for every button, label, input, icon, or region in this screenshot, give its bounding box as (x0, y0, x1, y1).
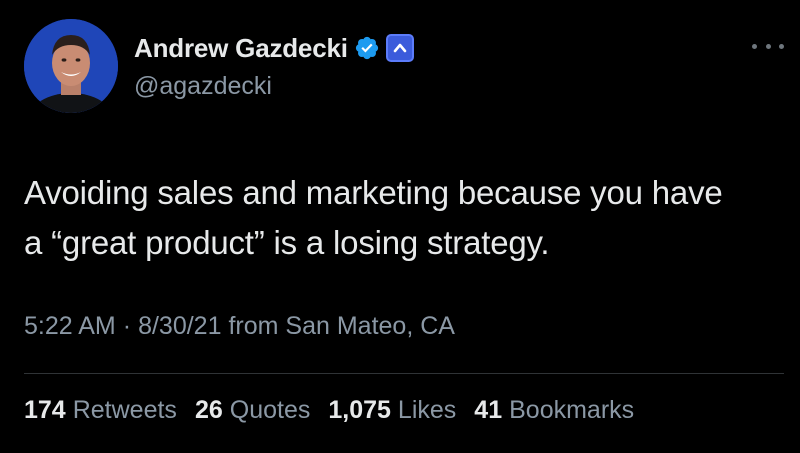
stat-label: Likes (397, 396, 457, 424)
tweet-text-line: Avoiding sales and marketing because you… (24, 174, 723, 211)
verified-badge-icon[interactable] (354, 35, 380, 61)
more-dot (765, 43, 771, 49)
stat-label: Bookmarks (509, 396, 635, 424)
meta-separator: · (122, 312, 132, 340)
author-display-name[interactable]: Andrew Gazdecki (134, 33, 348, 64)
stat-label: Quotes (229, 396, 311, 424)
stat-count: 41 (474, 396, 503, 424)
tweet-text: Avoiding sales and marketing because you… (24, 168, 794, 268)
more-dot (752, 43, 757, 49)
author-name-row: Andrew Gazdecki (134, 31, 414, 65)
stat-count: 26 (194, 396, 223, 424)
more-dot (779, 43, 784, 49)
avatar[interactable] (24, 19, 118, 113)
more-horizontal-icon[interactable] (752, 38, 784, 54)
divider (24, 373, 784, 374)
affiliate-badge-icon[interactable] (385, 34, 414, 62)
stat-likes[interactable]: 1,075 Likes (328, 396, 456, 425)
tweet-meta: 5:22 AM · 8/30/21 from San Mateo, CA (24, 312, 455, 341)
author-handle[interactable]: @agazdecki (134, 72, 272, 101)
stat-label: Retweets (72, 396, 177, 424)
tweet-text-line: a “great product” is a losing strategy. (24, 224, 550, 261)
tweet-time[interactable]: 5:22 AM (24, 312, 116, 341)
stat-count: 174 (24, 396, 66, 424)
stat-retweets[interactable]: 174 Retweets (24, 396, 177, 425)
stat-quotes[interactable]: 26 Quotes (195, 396, 310, 425)
stat-count: 1,075 (328, 396, 391, 424)
tweet-location: from San Mateo, CA (228, 312, 455, 340)
stat-bookmarks[interactable]: 41 Bookmarks (474, 396, 634, 425)
tweet-date[interactable]: 8/30/21 (138, 312, 221, 341)
tweet-stats: 174 Retweets 26 Quotes 1,075 Likes 41 Bo… (24, 396, 652, 425)
